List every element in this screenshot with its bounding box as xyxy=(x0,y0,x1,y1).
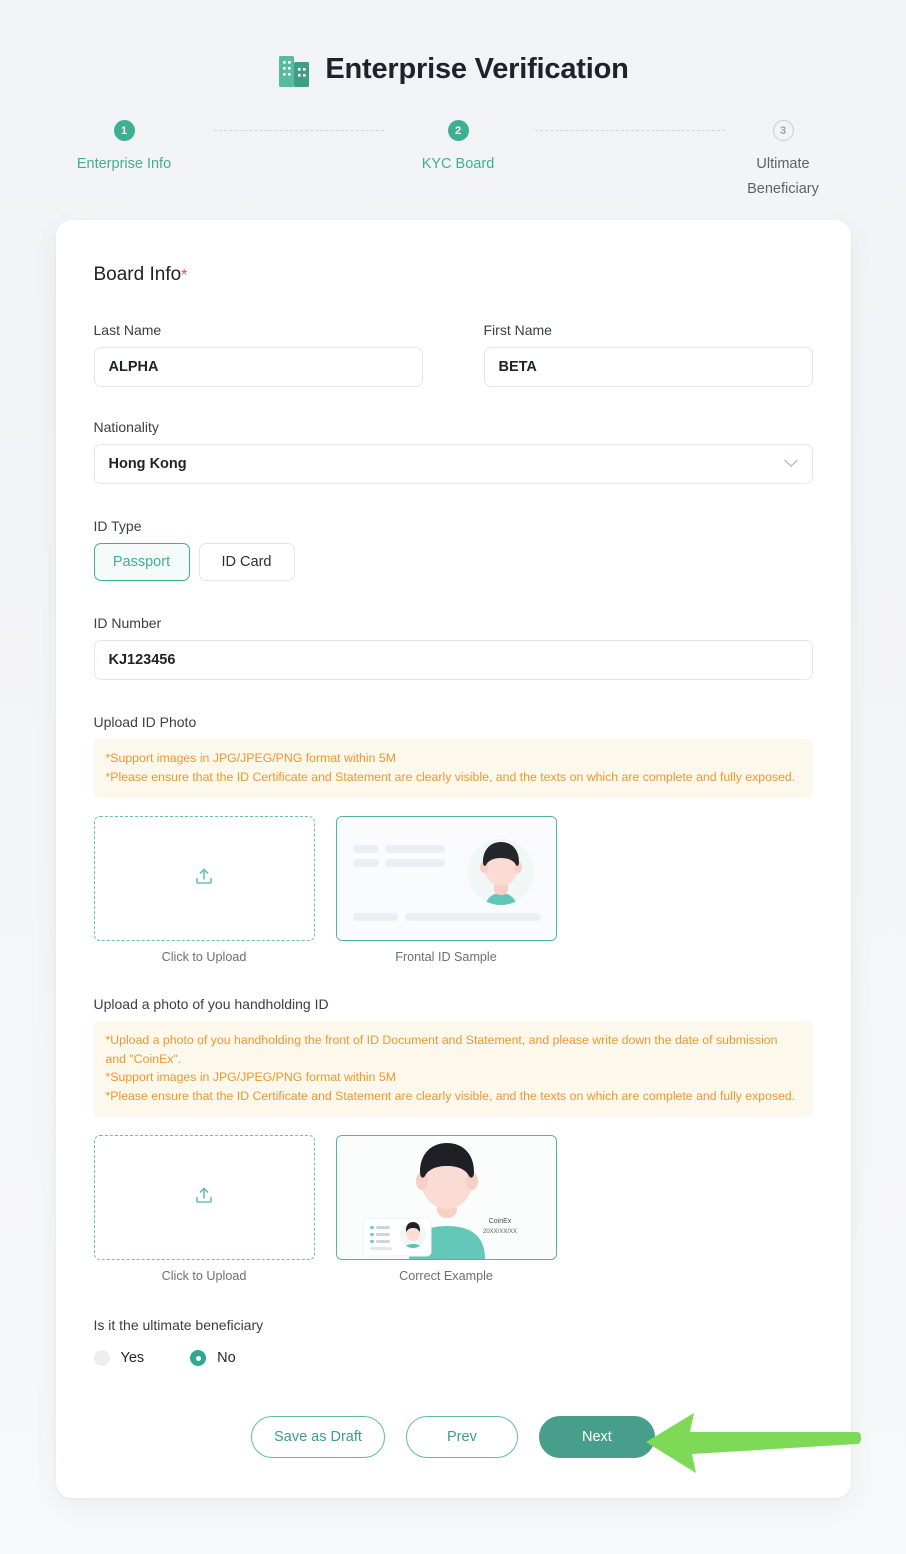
page-header: Enterprise Verification xyxy=(0,0,906,88)
step-number-badge: 1 xyxy=(113,120,135,141)
stepper-step-kyc-board[interactable]: 2 KYC Board xyxy=(383,120,533,177)
stepper-connector-1 xyxy=(214,130,384,131)
id-type-option-id-card[interactable]: ID Card xyxy=(198,543,295,581)
notice-line: *Support images in JPG/JPEG/PNG format w… xyxy=(105,1070,396,1084)
step-label: KYC Board xyxy=(421,156,495,172)
radio-option-no[interactable]: No xyxy=(190,1350,236,1366)
upload-handholding-caption: Click to Upload xyxy=(161,1269,247,1283)
upload-id-photo-group: Upload ID Photo *Support images in JPG/J… xyxy=(93,714,813,964)
upload-id-photo-dropzone[interactable] xyxy=(93,816,315,941)
form-actions: Save as Draft Prev Next xyxy=(94,1416,813,1458)
id-type-options: Passport ID Card xyxy=(93,543,813,581)
board-info-card: Board Info* Last Name ALPHA First Name B… xyxy=(55,220,851,1498)
chevron-down-icon xyxy=(783,456,798,472)
upload-handholding-group: Upload a photo of you handholding ID *Up… xyxy=(93,996,813,1283)
correct-example-item: CoinEx 20XX/XX/XX Correct Example xyxy=(335,1135,557,1283)
section-title: Board Info* xyxy=(94,264,813,286)
required-asterisk: * xyxy=(181,267,188,284)
radio-icon-no xyxy=(190,1350,207,1366)
upload-id-photo-label: Upload ID Photo xyxy=(93,714,197,730)
last-name-field-group: Last Name ALPHA xyxy=(93,322,423,387)
step-label: Ultimate Beneficiary xyxy=(747,156,819,197)
upload-id-photo-dropzone-item: Click to Upload xyxy=(93,816,315,964)
step-number-badge: 3 xyxy=(772,120,794,141)
first-name-field-group: First Name BETA xyxy=(483,322,813,387)
radio-option-yes[interactable]: Yes xyxy=(93,1350,145,1366)
next-button[interactable]: Next xyxy=(538,1416,655,1458)
radio-label-yes: Yes xyxy=(120,1350,145,1366)
nationality-field-group: Nationality Hong Kong xyxy=(93,419,813,484)
upload-handholding-label: Upload a photo of you handholding ID xyxy=(93,996,329,1012)
stepper-connector-2 xyxy=(535,130,725,131)
upload-handholding-dropzone[interactable] xyxy=(93,1135,315,1260)
frontal-id-sample-image xyxy=(335,816,557,941)
ultimate-beneficiary-options: Yes No xyxy=(93,1350,813,1366)
name-fields-row: Last Name ALPHA First Name BETA xyxy=(93,322,813,387)
sample-date-text: 20XX/XX/XX xyxy=(482,1229,516,1235)
id-number-input[interactable]: KJ123456 xyxy=(93,640,813,680)
save-as-draft-button[interactable]: Save as Draft xyxy=(251,1416,385,1458)
upload-handholding-notice: *Upload a photo of you handholding the f… xyxy=(93,1021,813,1117)
building-icon xyxy=(277,50,311,88)
notice-line: *Upload a photo of you handholding the f… xyxy=(105,1033,778,1066)
upload-icon xyxy=(193,865,215,892)
id-number-label: ID Number xyxy=(93,615,162,631)
frontal-id-sample-item: Frontal ID Sample xyxy=(335,816,557,964)
sample-brand-text: CoinEx xyxy=(488,1218,511,1225)
section-title-text: Board Info xyxy=(93,264,182,285)
id-type-field-group: ID Type Passport ID Card xyxy=(93,518,813,581)
first-name-input[interactable]: BETA xyxy=(483,347,813,387)
upload-handholding-row: Click to Upload CoinEx 20XX/XX/XX Correc… xyxy=(93,1135,813,1283)
enterprise-verification-page: Enterprise Verification 1 Enterprise Inf… xyxy=(0,0,906,1554)
ultimate-beneficiary-label: Is it the ultimate beneficiary xyxy=(93,1317,264,1333)
step-label: Enterprise Info xyxy=(76,156,172,172)
id-type-label: ID Type xyxy=(93,518,142,534)
progress-stepper: 1 Enterprise Info 2 KYC Board 3 Ultimate… xyxy=(0,120,906,204)
upload-icon xyxy=(193,1184,215,1211)
id-number-field-group: ID Number KJ123456 xyxy=(93,615,813,680)
id-type-option-passport[interactable]: Passport xyxy=(93,543,190,581)
nationality-label: Nationality xyxy=(93,419,159,435)
radio-icon-yes xyxy=(93,1350,110,1366)
frontal-id-sample-caption: Frontal ID Sample xyxy=(395,950,497,964)
nationality-value: Hong Kong xyxy=(108,456,187,472)
notice-line: *Please ensure that the ID Certificate a… xyxy=(105,1088,796,1103)
upload-id-photo-row: Click to Upload Frontal ID Sample xyxy=(93,816,813,964)
prev-button[interactable]: Prev xyxy=(405,1416,518,1458)
stepper-step-enterprise-info[interactable]: 1 Enterprise Info xyxy=(49,120,199,177)
notice-line: *Please ensure that the ID Certificate a… xyxy=(105,769,796,784)
upload-id-photo-caption: Click to Upload xyxy=(161,950,247,964)
notice-line: *Support images in JPG/JPEG/PNG format w… xyxy=(105,751,396,765)
upload-id-photo-notice: *Support images in JPG/JPEG/PNG format w… xyxy=(93,739,813,798)
nationality-select[interactable]: Hong Kong xyxy=(93,444,813,484)
stepper-step-ultimate-beneficiary[interactable]: 3 Ultimate Beneficiary xyxy=(708,120,858,202)
last-name-input[interactable]: ALPHA xyxy=(93,347,423,387)
step-number-badge: 2 xyxy=(447,120,469,141)
last-name-label: Last Name xyxy=(93,322,162,338)
upload-handholding-dropzone-item: Click to Upload xyxy=(93,1135,315,1283)
correct-example-caption: Correct Example xyxy=(399,1269,493,1283)
ultimate-beneficiary-group: Is it the ultimate beneficiary Yes No xyxy=(93,1317,813,1366)
first-name-label: First Name xyxy=(483,322,552,338)
radio-label-no: No xyxy=(217,1350,236,1366)
page-title: Enterprise Verification xyxy=(325,52,629,85)
correct-example-image: CoinEx 20XX/XX/XX xyxy=(335,1135,557,1260)
